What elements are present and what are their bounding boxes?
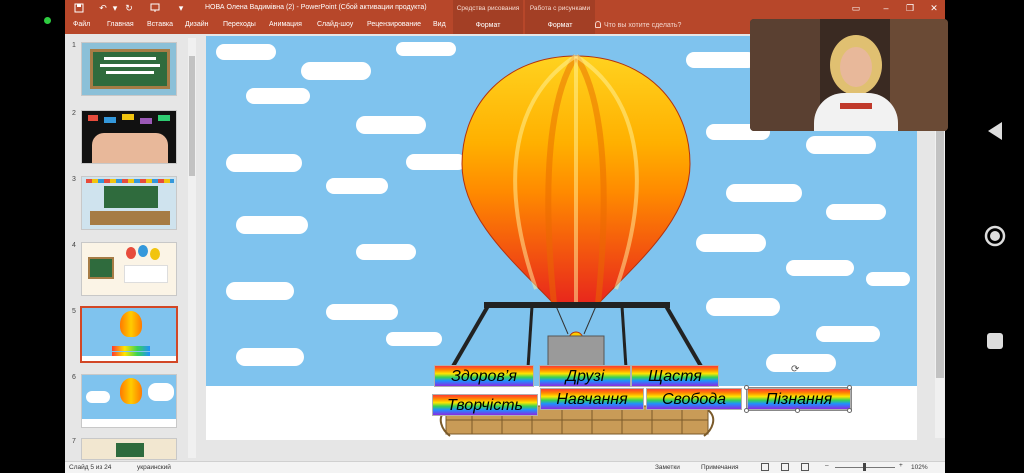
tab-slideshow[interactable]: Слайд-шоу (317, 21, 353, 28)
zoom-in-icon[interactable]: + (899, 462, 903, 469)
tab-transitions[interactable]: Переходы (223, 21, 256, 28)
screen: ↶ ▾ ↻ ▾ НОВА Олена Вадимівна (2) - Power… (0, 0, 1024, 473)
thumb-number: 1 (72, 42, 76, 49)
tab-insert[interactable]: Вставка (147, 21, 173, 28)
resize-handle[interactable] (744, 385, 749, 390)
tell-me-text: Что вы хотите сделать? (604, 22, 682, 29)
zoom-out-icon[interactable]: – (825, 462, 829, 469)
slide-thumbnail-7[interactable] (81, 438, 177, 460)
thumb-number: 4 (72, 242, 76, 249)
tab-format-drawing[interactable]: Формат (453, 17, 523, 34)
zoom-level[interactable]: 102% (911, 464, 928, 471)
tab-format-picture[interactable]: Формат (525, 17, 595, 34)
thumb-number: 7 (72, 438, 76, 445)
word-label-learning[interactable]: Навчання (540, 388, 644, 410)
normal-view-icon[interactable] (761, 463, 769, 471)
undo-icon[interactable]: ↶ (97, 3, 109, 14)
language-indicator[interactable]: украинский (137, 464, 171, 471)
thumb-number: 3 (72, 176, 76, 183)
comments-button[interactable]: Примечания (701, 464, 739, 471)
ribbon-display-icon[interactable]: ▭ (847, 2, 865, 14)
redo-icon[interactable]: ↻ (123, 3, 135, 14)
rotate-handle-icon[interactable]: ⟳ (791, 364, 799, 375)
tab-file[interactable]: Файл (73, 21, 90, 28)
slide-thumbnail-3[interactable] (81, 176, 177, 230)
customize-quick-access-icon[interactable]: ▾ (175, 3, 187, 14)
picture-tools-context: Работа с рисунками (525, 0, 595, 17)
undo-dropdown-icon[interactable]: ▾ (109, 3, 121, 14)
slide-counter: Слайд 5 из 24 (69, 464, 112, 471)
status-bar: Слайд 5 из 24 украинский Заметки Примеча… (65, 461, 945, 473)
notes-button[interactable]: Заметки (655, 464, 680, 471)
word-label-happiness[interactable]: Щастя (631, 365, 719, 387)
webcam-overlay (750, 19, 948, 131)
drawing-tools-context: Средства рисования (453, 0, 523, 17)
reading-view-icon[interactable] (801, 463, 809, 471)
minimize-icon[interactable]: – (877, 2, 895, 14)
word-label-knowledge[interactable]: Пізнання (746, 387, 852, 411)
tab-home[interactable]: Главная (107, 21, 134, 28)
title-bar: ↶ ▾ ↻ ▾ НОВА Олена Вадимівна (2) - Power… (65, 0, 945, 17)
thumb-number: 2 (72, 110, 76, 117)
thumb-number: 6 (72, 374, 76, 381)
lightbulb-icon (595, 21, 601, 28)
slide-thumbnail-4[interactable] (81, 242, 177, 296)
slide-thumbnail-1[interactable] (81, 42, 177, 96)
resize-handle[interactable] (847, 408, 852, 413)
resize-handle[interactable] (744, 408, 749, 413)
thumbnail-scroll-thumb[interactable] (189, 56, 195, 176)
word-label-freedom[interactable]: Свобода (646, 388, 742, 410)
close-icon[interactable]: ✕ (925, 2, 943, 14)
zoom-slider-thumb[interactable] (863, 463, 866, 471)
window-title: НОВА Олена Вадимівна (2) - PowerPoint (С… (205, 4, 427, 11)
tab-review[interactable]: Рецензирование (367, 21, 421, 28)
recents-icon[interactable] (986, 332, 1004, 350)
slide-thumbnail-6[interactable] (81, 374, 177, 428)
recording-indicator (44, 17, 51, 24)
save-icon[interactable] (73, 3, 85, 14)
slide-sorter-icon[interactable] (781, 463, 789, 471)
thumb-number: 5 (72, 308, 76, 315)
tell-me-box[interactable]: Что вы хотите сделать? (595, 21, 681, 29)
tab-view[interactable]: Вид (433, 21, 446, 28)
resize-handle[interactable] (795, 408, 800, 413)
word-label-friends[interactable]: Друзі (539, 365, 631, 387)
tab-animations[interactable]: Анимация (269, 21, 302, 28)
back-icon[interactable] (986, 121, 1004, 141)
word-label-creativity[interactable]: Творчість (432, 394, 538, 416)
resize-handle[interactable] (847, 385, 852, 390)
tab-design[interactable]: Дизайн (185, 21, 209, 28)
slide-thumbnail-2[interactable] (81, 110, 177, 164)
start-from-beginning-icon[interactable] (149, 3, 161, 14)
home-icon[interactable] (984, 225, 1006, 247)
thumbnail-scrollbar[interactable] (188, 38, 196, 458)
maximize-icon[interactable]: ❐ (901, 2, 919, 14)
word-label-health[interactable]: Здоров’я (434, 365, 534, 387)
slide-thumbnail-5[interactable] (80, 306, 178, 363)
thumbnail-pane: 1 2 3 4 5 6 7 (65, 34, 197, 461)
